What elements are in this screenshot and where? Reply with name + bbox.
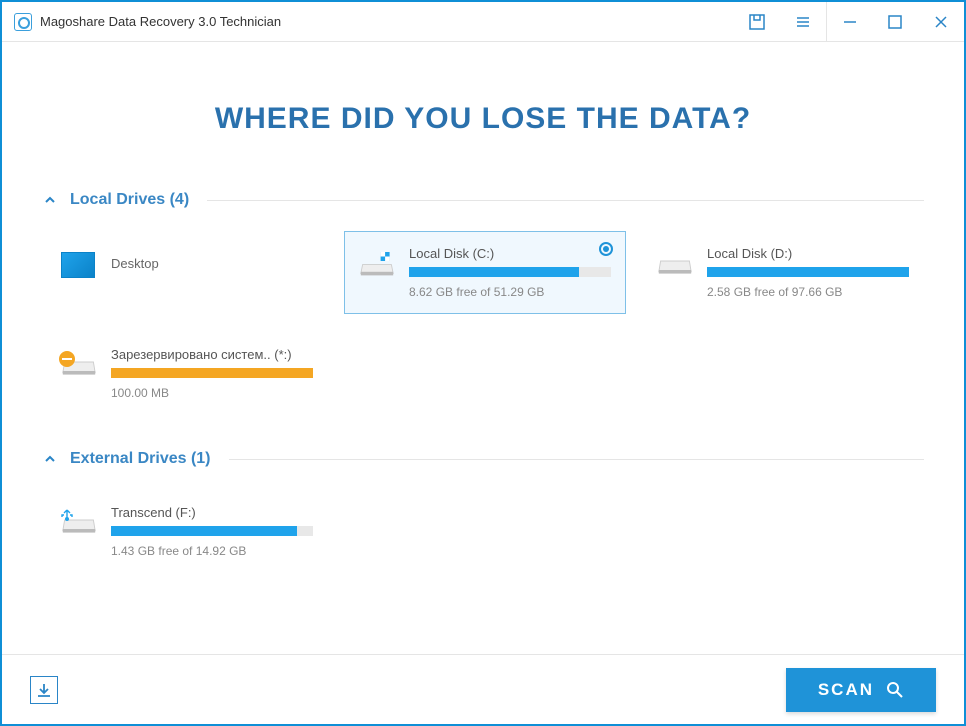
scan-button[interactable]: SCAN xyxy=(786,668,936,712)
drive-free-text: 1.43 GB free of 14.92 GB xyxy=(111,544,313,558)
import-button[interactable] xyxy=(30,676,58,704)
titlebar: Magoshare Data Recovery 3.0 Technician xyxy=(2,2,964,42)
page-title: WHERE DID YOU LOSE THE DATA? xyxy=(42,102,924,136)
usage-bar-fill xyxy=(707,267,909,277)
local-drives-grid: Desktop Local Disk (C:) 8.62 GB xyxy=(42,231,924,415)
minimize-button[interactable] xyxy=(826,2,872,42)
chevron-up-icon xyxy=(42,451,58,467)
external-drives-grid: Transcend (F:) 1.43 GB free of 14.92 GB xyxy=(42,490,924,573)
scan-button-label: SCAN xyxy=(818,680,874,700)
drive-name: Local Disk (C:) xyxy=(409,246,611,261)
usage-bar xyxy=(409,267,611,277)
section-header-local[interactable]: Local Drives (4) xyxy=(42,191,924,209)
usage-bar xyxy=(111,526,313,536)
disk-icon xyxy=(61,511,97,541)
app-title: Magoshare Data Recovery 3.0 Technician xyxy=(40,14,281,29)
usage-bar-fill xyxy=(111,526,297,536)
close-button[interactable] xyxy=(918,2,964,42)
drive-name: Local Disk (D:) xyxy=(707,246,909,261)
usage-bar-fill xyxy=(409,267,579,277)
drive-free-text: 100.00 MB xyxy=(111,386,313,400)
divider xyxy=(207,200,924,201)
disk-icon xyxy=(61,353,97,383)
usb-badge-icon xyxy=(60,508,74,522)
app-logo-icon xyxy=(14,13,32,31)
drive-name: Зарезервировано систем.. (*:) xyxy=(111,347,313,362)
chevron-up-icon xyxy=(42,192,58,208)
footer: SCAN xyxy=(2,654,964,724)
drive-free-text: 2.58 GB free of 97.66 GB xyxy=(707,285,909,299)
disk-icon xyxy=(359,252,395,282)
desktop-icon xyxy=(61,252,97,278)
section-title-external: External Drives (1) xyxy=(70,450,211,468)
drive-free-text: 8.62 GB free of 51.29 GB xyxy=(409,285,611,299)
usage-bar-fill xyxy=(111,368,313,378)
divider xyxy=(229,459,924,460)
menu-button[interactable] xyxy=(780,2,826,42)
drive-name: Desktop xyxy=(111,256,313,271)
maximize-button[interactable] xyxy=(872,2,918,42)
minus-badge-icon xyxy=(59,351,75,367)
section-title-local: Local Drives (4) xyxy=(70,191,189,209)
drive-name: Transcend (F:) xyxy=(111,505,313,520)
drive-item-system-reserved[interactable]: Зарезервировано систем.. (*:) 100.00 MB xyxy=(46,332,328,415)
search-icon xyxy=(886,681,904,699)
drive-item-desktop[interactable]: Desktop xyxy=(46,231,328,314)
usage-bar xyxy=(111,368,313,378)
drive-item-transcend-f[interactable]: Transcend (F:) 1.43 GB free of 14.92 GB xyxy=(46,490,328,573)
section-header-external[interactable]: External Drives (1) xyxy=(42,450,924,468)
selected-radio-icon xyxy=(599,242,613,256)
main-content: WHERE DID YOU LOSE THE DATA? Local Drive… xyxy=(2,42,964,654)
drive-item-local-d[interactable]: Local Disk (D:) 2.58 GB free of 97.66 GB xyxy=(642,231,924,314)
titlebar-buttons xyxy=(734,2,964,42)
usage-bar xyxy=(707,267,909,277)
drive-item-local-c[interactable]: Local Disk (C:) 8.62 GB free of 51.29 GB xyxy=(344,231,626,314)
disk-icon xyxy=(657,252,693,282)
save-session-button[interactable] xyxy=(734,2,780,42)
